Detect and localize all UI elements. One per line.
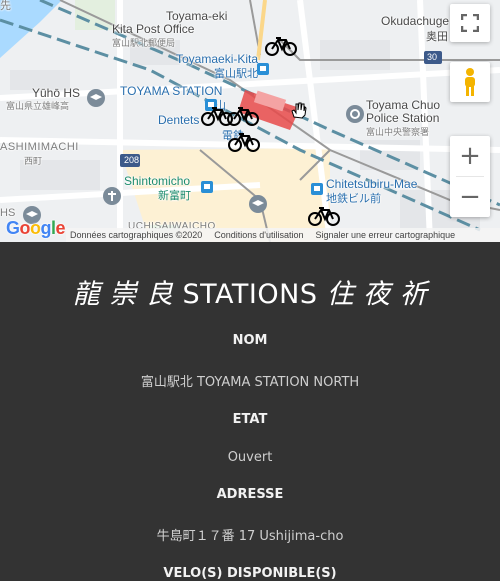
temple-pin-icon[interactable] bbox=[102, 186, 122, 206]
field-value-nom: 富山駅北 TOYAMA STATION NORTH bbox=[140, 375, 360, 390]
map-label-police-station: Police Station bbox=[366, 111, 440, 125]
map-label-ashimimachi: ASHIMIMACHI bbox=[0, 141, 79, 153]
zoom-out-button[interactable]: − bbox=[450, 177, 490, 217]
bike-station-marker[interactable] bbox=[226, 106, 260, 126]
map-label-toyama-chuo: Toyama Chuo bbox=[366, 98, 441, 112]
station-info-panel: 龍 崇 良 STATIONS 住 夜 祈 NOM 富山駅北 TOYAMA STA… bbox=[0, 272, 500, 581]
school-pin-icon[interactable] bbox=[86, 88, 106, 108]
panel-title: 龍 崇 良 STATIONS 住 夜 祈 bbox=[0, 272, 500, 311]
map-footer: Données cartographiques ©2020 Conditions… bbox=[66, 228, 500, 242]
map-label-shintomicho: Shintomicho bbox=[124, 174, 191, 188]
map-label-toyama-station: TOYAMA STATION bbox=[120, 84, 223, 98]
route-208-label: 208 bbox=[124, 155, 140, 165]
zoom-control: + − bbox=[450, 136, 490, 217]
map-label-kita-post-office: Kita Post Office bbox=[112, 22, 195, 36]
fullscreen-icon bbox=[461, 14, 479, 32]
title-decoration-right: 住 夜 祈 bbox=[326, 279, 428, 310]
map-label-dentetsu: Dentets bbox=[158, 113, 200, 127]
map-label-yuho-hs: Yūhō HS bbox=[32, 86, 81, 100]
bike-station-marker[interactable] bbox=[264, 36, 298, 56]
map-label-topleft: 先 bbox=[0, 0, 11, 12]
map-label-okudachuge-jp: 奥田 bbox=[426, 31, 448, 43]
tram-stop-3-icon[interactable] bbox=[310, 182, 324, 196]
map-label-toyama-eki: Toyama-eki bbox=[166, 9, 228, 23]
field-label-adresse: ADRESSE bbox=[216, 487, 284, 502]
route-30-label: 30 bbox=[427, 52, 438, 62]
field-value-etat: Ouvert bbox=[227, 450, 273, 465]
map-label-ashimimachi-jp: 西町 bbox=[24, 156, 43, 166]
field-value-adresse: 牛島町１７番 17 Ushijima-cho bbox=[156, 529, 344, 544]
map-label-chitetsubiru-jp: 地鉄ビル前 bbox=[326, 193, 381, 205]
hand-cursor-icon bbox=[291, 102, 307, 119]
title-text: STATIONS bbox=[182, 279, 318, 310]
title-decoration-left: 龍 崇 良 bbox=[72, 279, 174, 310]
map-label-shintomicho-jp: 新富町 bbox=[158, 190, 191, 202]
tram-stop-2-icon[interactable] bbox=[200, 180, 214, 194]
report-error-link[interactable]: Signaler une erreur cartographique bbox=[316, 230, 456, 240]
fullscreen-button[interactable] bbox=[450, 4, 490, 42]
map-label-police-jp: 富山中央警察署 bbox=[366, 127, 430, 137]
map-label-toyamaeki-kita: Toyamaeki-Kita bbox=[176, 52, 259, 66]
field-label-etat: ETAT bbox=[232, 412, 268, 427]
map-label-post-office-jp: 富山駅北郵便局 bbox=[112, 38, 176, 48]
school-pin-2-icon[interactable] bbox=[248, 194, 268, 214]
bike-station-marker[interactable] bbox=[227, 132, 261, 152]
bike-station-marker[interactable] bbox=[307, 206, 341, 226]
bus-stop-icon[interactable] bbox=[256, 62, 270, 76]
zoom-in-button[interactable]: + bbox=[450, 136, 490, 176]
map-data-credit: Données cartographiques ©2020 bbox=[70, 230, 203, 240]
map-label-yuho-hs-jp: 富山県立雄峰高 bbox=[6, 101, 70, 111]
pegman-icon bbox=[465, 68, 475, 96]
map[interactable]: 208 30 先 Toyama-eki Kita Post Office 富山駅… bbox=[0, 0, 500, 242]
police-pin-icon[interactable] bbox=[345, 104, 365, 124]
terms-link[interactable]: Conditions d'utilisation bbox=[214, 230, 303, 240]
map-label-chitetsubiru: Chitetsubiru-Mae bbox=[326, 177, 418, 191]
map-label-okudachuge: Okudachuge bbox=[381, 14, 450, 28]
street-view-button[interactable] bbox=[450, 62, 490, 102]
field-label-velos: VELO(S) DISPONIBLE(S) bbox=[163, 566, 337, 581]
map-label-toyamaeki-kita-jp: 富山駅北 bbox=[214, 68, 258, 80]
google-logo[interactable]: Google bbox=[6, 218, 66, 239]
field-label-nom: NOM bbox=[232, 333, 268, 348]
